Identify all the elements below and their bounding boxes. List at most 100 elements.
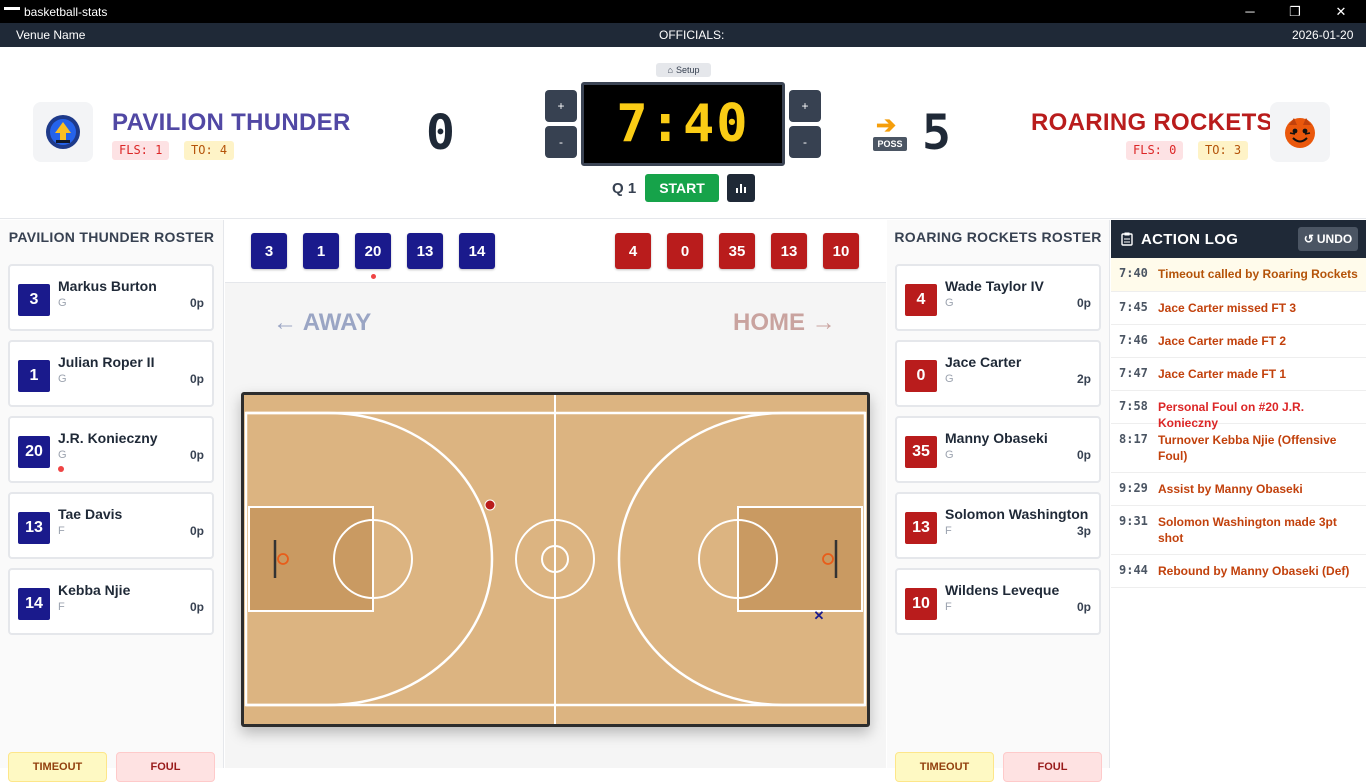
away-lineup-player-button[interactable]: 20 [355, 233, 391, 269]
log-entry-time: 9:29 [1119, 481, 1148, 495]
log-entry-text: Jace Carter made FT 2 [1158, 334, 1287, 348]
log-entry[interactable]: 7:40 Timeout called by Roaring Rockets [1111, 258, 1366, 292]
home-score-plus-button[interactable]: + [789, 90, 821, 122]
home-team-logo [1270, 102, 1330, 162]
stats-button[interactable] [727, 174, 755, 202]
away-lineup-player-button[interactable]: 3 [251, 233, 287, 269]
court-diagram[interactable]: ✕ [244, 395, 867, 724]
away-lineup-player-button[interactable]: 1 [303, 233, 339, 269]
action-log-title: ACTION LOG [1141, 231, 1239, 248]
player-name: Markus Burton [58, 278, 157, 294]
log-entry[interactable]: 9:44 Rebound by Manny Obaseki (Def) [1111, 555, 1366, 588]
player-number: 10 [905, 588, 937, 620]
home-lineup-player-button[interactable]: 10 [823, 233, 859, 269]
away-timeout-button[interactable]: TIMEOUT [8, 752, 107, 782]
officials-label: OFFICIALS: [659, 28, 725, 42]
away-team-logo [33, 102, 93, 162]
setup-button[interactable]: ⌂ Setup [656, 63, 711, 77]
log-entry-text: Jace Carter missed FT 3 [1158, 301, 1297, 315]
player-points: 0p [189, 600, 204, 614]
log-entry[interactable]: 7:58 Personal Foul on #20 J.R. Konieczny [1111, 391, 1366, 430]
home-player-card[interactable]: 4 Wade Taylor IV G 0p [895, 264, 1101, 331]
away-score-minus-button[interactable]: - [545, 126, 577, 158]
home-player-card[interactable]: 13 Solomon Washington F 3p [895, 492, 1101, 559]
home-icon: ⌂ [667, 65, 673, 75]
home-player-card[interactable]: 10 Wildens Leveque F 0p [895, 568, 1101, 635]
log-entry-text: Solomon Washington made 3pt shot [1158, 515, 1337, 545]
home-player-card[interactable]: 35 Manny Obaseki G 0p [895, 416, 1101, 483]
thunder-shield-logo-icon [46, 115, 80, 149]
log-entry[interactable]: 7:47 Jace Carter made FT 1 [1111, 358, 1366, 391]
player-number: 1 [18, 360, 50, 392]
log-entry-time: 7:47 [1119, 366, 1148, 380]
player-number: 35 [905, 436, 937, 468]
home-player-card[interactable]: 0 Jace Carter G 2p [895, 340, 1101, 407]
player-name: Wildens Leveque [945, 582, 1060, 598]
player-name: Tae Davis [58, 506, 123, 522]
basketball-court[interactable]: ✕ [241, 392, 870, 727]
player-position: G [58, 449, 67, 461]
away-player-card[interactable]: 14 Kebba Njie F 0p [8, 568, 214, 635]
player-position: G [945, 449, 954, 461]
away-lineup-player-button[interactable]: 13 [407, 233, 443, 269]
player-number: 13 [18, 512, 50, 544]
home-timeout-button[interactable]: TIMEOUT [895, 752, 994, 782]
away-score-plus-button[interactable]: + [545, 90, 577, 122]
home-lineup-player-button[interactable]: 13 [771, 233, 807, 269]
minimize-button[interactable]: ─ [1227, 0, 1273, 23]
rocket-tiger-logo-icon [1285, 118, 1315, 148]
home-foul-button[interactable]: FOUL [1003, 752, 1102, 782]
window-titlebar: basketball-stats ─ ❐ ✕ [0, 0, 1366, 23]
away-foul-button[interactable]: FOUL [116, 752, 215, 782]
away-player-card[interactable]: 20 J.R. Konieczny G 0p [8, 416, 214, 483]
player-points: 2p [1076, 372, 1091, 386]
player-points: 0p [1076, 296, 1091, 310]
bar-chart-icon [736, 188, 738, 193]
log-entry[interactable]: 7:46 Jace Carter made FT 2 [1111, 325, 1366, 358]
shot-marker-missed[interactable]: ✕ [814, 608, 825, 623]
log-entry[interactable]: 7:45 Jace Carter missed FT 3 [1111, 292, 1366, 325]
away-team-name: PAVILION THUNDER [112, 109, 351, 136]
away-player-card[interactable]: 3 Markus Burton G 0p [8, 264, 214, 331]
log-entry-text: Timeout called by Roaring Rockets [1158, 267, 1358, 281]
home-lineup-player-button[interactable]: 0 [667, 233, 703, 269]
venue-name: Venue Name [16, 28, 86, 42]
quarter-indicator[interactable]: Q 1 [612, 180, 636, 197]
player-position: F [58, 601, 65, 613]
shot-marker-made[interactable] [484, 499, 496, 511]
away-player-card[interactable]: 1 Julian Roper II G 0p [8, 340, 214, 407]
maximize-button[interactable]: ❐ [1272, 0, 1318, 23]
setup-label: Setup [675, 65, 700, 75]
home-score-minus-button[interactable]: - [789, 126, 821, 158]
log-entry-time: 9:44 [1119, 563, 1148, 577]
player-position: G [945, 297, 954, 309]
log-entry-text: Turnover Kebba Njie (Offensive Foul) [1158, 433, 1337, 463]
away-player-card[interactable]: 13 Tae Davis F 0p [8, 492, 214, 559]
player-position: F [58, 525, 65, 537]
log-entry-time: 7:46 [1119, 333, 1148, 347]
undo-button[interactable]: ↺ UNDO [1298, 227, 1358, 251]
player-points: 0p [1076, 448, 1091, 462]
player-position: F [945, 525, 952, 537]
start-clock-button[interactable]: START [645, 174, 719, 202]
game-clock[interactable]: 7:40 [581, 82, 785, 166]
close-button[interactable]: ✕ [1318, 0, 1364, 23]
home-roster-panel: ROARING ROCKETS ROSTER 4 Wade Taylor IV … [887, 220, 1110, 782]
player-name: Julian Roper II [58, 354, 155, 370]
away-timeouts-chip: TO: 4 [184, 141, 235, 160]
possession-badge[interactable]: POSS [873, 137, 907, 151]
player-points: 0p [189, 448, 204, 462]
home-lineup-player-button[interactable]: 35 [719, 233, 755, 269]
log-entry[interactable]: 9:29 Assist by Manny Obaseki [1111, 473, 1366, 506]
log-entry[interactable]: 8:17 Turnover Kebba Njie (Offensive Foul… [1111, 424, 1366, 473]
home-lineup-player-button[interactable]: 4 [615, 233, 651, 269]
player-number: 14 [18, 588, 50, 620]
log-entry-text: Jace Carter made FT 1 [1158, 367, 1287, 381]
log-entry[interactable]: 9:31 Solomon Washington made 3pt shot [1111, 506, 1366, 555]
away-lineup-player-button[interactable]: 14 [459, 233, 495, 269]
action-log-header: ACTION LOG ↺ UNDO [1111, 220, 1366, 258]
court-area: 3 1 20 13 14 4 0 35 13 10 ← AWAY HOME → [225, 220, 886, 768]
player-number: 20 [18, 436, 50, 468]
possession-arrow-icon[interactable]: ➔ [876, 111, 896, 140]
player-points: 0p [189, 296, 204, 310]
